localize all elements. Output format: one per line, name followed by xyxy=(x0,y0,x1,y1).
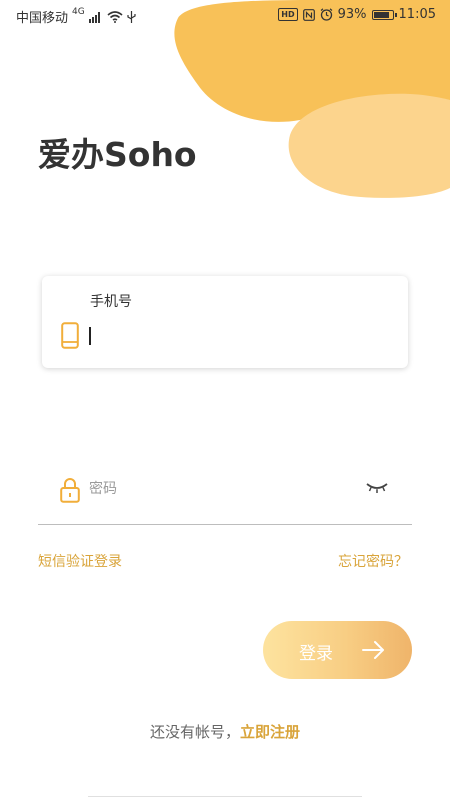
password-field-row[interactable] xyxy=(38,470,412,525)
login-button[interactable]: 登录 xyxy=(263,621,412,679)
login-button-label: 登录 xyxy=(299,644,333,664)
text-cursor xyxy=(89,327,91,345)
hd-badge: HD xyxy=(278,8,298,21)
alarm-icon xyxy=(320,8,333,21)
nfc-icon xyxy=(302,8,315,21)
carrier-name: 中国移动 xyxy=(16,11,69,26)
network-type: 4G xyxy=(72,6,85,17)
status-bar: 中国移动 4G HD 93% 11:05 xyxy=(0,0,450,30)
forgot-password-link[interactable]: 忘记密码？ xyxy=(338,551,408,571)
decorative-blob-graphic xyxy=(174,0,450,198)
eye-closed-icon[interactable] xyxy=(366,482,388,494)
sms-login-link[interactable]: 短信验证登录 xyxy=(38,551,122,571)
phone-input-card[interactable]: 手机号 xyxy=(42,276,408,368)
clock: 11:05 xyxy=(398,7,436,22)
lock-icon xyxy=(60,478,80,503)
phone-label: 手机号 xyxy=(90,294,132,310)
phone-number-input[interactable] xyxy=(88,324,388,346)
app-title: 爱办Soho xyxy=(38,135,197,174)
status-bar-right: HD 93% 11:05 xyxy=(278,7,436,22)
password-input[interactable] xyxy=(89,478,339,500)
battery-level-fill xyxy=(373,11,389,18)
blob-light xyxy=(288,93,450,198)
register-row: 还没有帐号，立即注册 xyxy=(0,721,450,742)
register-prompt: 还没有帐号， xyxy=(149,723,240,741)
status-bar-left: 中国移动 4G xyxy=(16,7,136,26)
mobile-phone-icon xyxy=(61,322,79,349)
battery-icon xyxy=(371,9,397,20)
cell-signal-icon xyxy=(88,11,100,23)
register-link[interactable]: 立即注册 xyxy=(240,723,300,741)
usb-icon xyxy=(127,10,136,23)
battery-percent: 93% xyxy=(337,7,367,22)
arrow-right-icon xyxy=(362,641,384,659)
wifi-icon xyxy=(107,10,123,23)
bottom-divider xyxy=(88,796,362,797)
